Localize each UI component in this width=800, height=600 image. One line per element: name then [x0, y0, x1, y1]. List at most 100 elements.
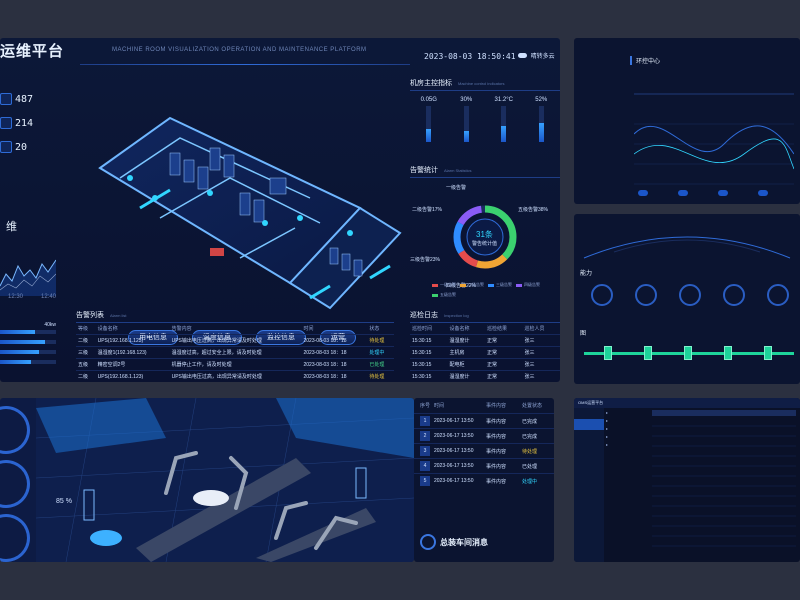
column-header: 巡检人员	[524, 326, 545, 332]
env-icons	[638, 190, 768, 196]
tree-node[interactable]: ▸	[606, 434, 646, 439]
section-title: 图	[580, 331, 587, 337]
inspection-log-header: 巡检日志 Inspection log	[410, 310, 560, 323]
alarm-total: 31条	[476, 230, 493, 239]
page-title: 运维平台	[0, 43, 65, 60]
column-header: 告警内容	[171, 326, 192, 332]
env-control-tab[interactable]: 环控中心	[630, 56, 660, 65]
indicator-gauges: 0.05G 30% 31.2°C 52%	[410, 97, 560, 157]
column-header: 时间	[434, 403, 445, 409]
table-row[interactable]: 15:30:15 温湿度计 正常 张三	[410, 334, 560, 347]
ring-gauge	[674, 284, 706, 308]
legend-item: 五级告警	[432, 292, 456, 298]
legend-item: 一级告警	[432, 282, 456, 288]
section-title: 机房主控指标	[410, 80, 452, 87]
section-title: 告警统计	[410, 167, 438, 174]
machine-indicators-header: 机房主控指标 Machine control indicators	[410, 78, 560, 91]
pipeline-node[interactable]	[764, 346, 772, 360]
sensor-icon	[718, 190, 728, 196]
column-header: 处置状态	[522, 403, 543, 409]
left-stats: 487 214 20	[0, 88, 58, 160]
power-bar	[0, 360, 56, 364]
tree-node[interactable]: ▸	[606, 426, 646, 431]
pipeline-node[interactable]	[644, 346, 652, 360]
machine-room-3d-view[interactable]	[60, 98, 420, 328]
pipeline-node[interactable]	[604, 346, 612, 360]
alarm-legend: 一级告警 二级告警 三级告警 四级告警 五级告警	[432, 282, 542, 298]
section-title-en: Inspection log	[444, 313, 469, 318]
tree-node[interactable]: ▸	[606, 418, 646, 423]
section-title: 告警列表	[76, 312, 104, 319]
list-item[interactable]: 4 2023-06-17 13:50 事件内容 已处理	[414, 458, 554, 473]
column-header: 状态	[369, 326, 380, 332]
sidebar-item[interactable]	[574, 430, 604, 441]
list-item[interactable]: 5 2023-06-17 13:50 事件内容 处理中	[414, 473, 554, 488]
column-header: 设备名称	[449, 326, 470, 332]
energy-panel: 能力 图	[574, 214, 800, 384]
sensor-icon	[678, 190, 688, 196]
power-bar	[0, 340, 56, 344]
gauge-ring	[0, 460, 30, 508]
server-icon	[0, 93, 12, 105]
message-icon	[420, 534, 436, 550]
pipeline-node[interactable]	[684, 346, 692, 360]
legend-item: 三级告警	[488, 282, 512, 288]
stat-value: 20	[15, 141, 28, 153]
event-list-panel: 序号 时间 事件内容 处置状态 1 2023-06-17 13:50 事件内容 已完成…	[414, 398, 554, 562]
env-control-panel: 环控中心	[574, 38, 800, 204]
weather: 晴转多云	[518, 51, 555, 60]
ring-gauge	[586, 284, 618, 308]
column-header: 巡检结果	[487, 326, 508, 332]
gauge-value: 31.2°C	[494, 97, 513, 103]
tick-label: 12:40	[40, 294, 56, 300]
right-column: 机房主控指标 Machine control indicators 0.05G …	[410, 78, 560, 302]
cabinet-icon	[0, 117, 12, 129]
list-item[interactable]: 2 2023-06-17 13:50 事件内容 已完成	[414, 428, 554, 443]
event-section-title: 总装车间消息	[420, 534, 488, 550]
progress-readout: 85 %	[56, 498, 72, 505]
legend-item: 二级告警	[460, 282, 484, 288]
trend-ticks: 12:30 12:40	[8, 294, 56, 300]
sensor-icon	[638, 190, 648, 196]
tree-node[interactable]: ▸	[606, 442, 646, 447]
bar-value: 40kw	[44, 322, 56, 328]
trend-area-chart	[0, 259, 56, 296]
table-row[interactable]: 五级 精密空调2号 机器停止工作，请及时处理 2023-08-03 18：18 已处理	[76, 358, 394, 371]
stat-value: 214	[15, 117, 34, 129]
factory-floor-view[interactable]	[36, 398, 414, 562]
donut-label: 五级告警38%	[518, 207, 549, 213]
sensor-icon	[758, 190, 768, 196]
energy-rings	[586, 284, 794, 308]
table-row[interactable]: 15:30:15 主机房 正常 张三	[410, 346, 560, 359]
table-row[interactable]: 二级 UPS(192.168.1.123) UPS输出电压过高，出现异常请及时处理 2…	[76, 370, 394, 382]
power-icon	[0, 141, 12, 153]
gauge-ring	[0, 514, 30, 562]
table-row[interactable]: 三级 温湿度1(192.168.123) 温湿度过高，超过安全上限，请及时处理 202…	[76, 346, 394, 359]
weather-label: 晴转多云	[530, 54, 555, 60]
section-title: 巡检日志	[410, 312, 438, 319]
sidebar-item-active[interactable]	[574, 419, 604, 430]
sidebar-item[interactable]	[574, 441, 604, 452]
sidebar-item[interactable]	[574, 452, 604, 463]
list-item[interactable]: 1 2023-06-17 13:50 事件内容 已完成	[414, 413, 554, 428]
stat-value: 487	[15, 93, 34, 105]
gauge-value: 30%	[460, 97, 473, 103]
table-row[interactable]: 15:30:15 配电柜 正常 张三	[410, 358, 560, 371]
sidebar-item[interactable]	[574, 408, 604, 419]
list-item[interactable]: 3 2023-06-17 13:50 事件内容 待处理	[414, 443, 554, 458]
oms-panel: OMS运营平台 ▸ ▸ ▸ ▸ ▸	[574, 398, 800, 562]
donut-label: 三级告警23%	[410, 257, 441, 263]
pipeline-node[interactable]	[724, 346, 732, 360]
stat-servers: 487	[0, 88, 58, 110]
tree-node[interactable]: ▸	[606, 410, 646, 415]
power-bars: 40kw	[0, 322, 56, 370]
legend-item: 四级告警	[516, 282, 540, 288]
section-title-en: Machine control indicators	[458, 81, 505, 86]
column-header: 序号	[420, 403, 431, 409]
alarm-list-header: 告警列表 Alarm list	[76, 310, 394, 323]
table-row[interactable]: 二级 UPS(192.168.1.123) UPS输出电压过高，出现异常请及时处理 2…	[76, 334, 394, 347]
column-header: 时间	[303, 326, 314, 332]
indicator-gauge: 52%	[529, 97, 553, 157]
alarm-total-label: 警告统计值	[472, 241, 498, 247]
table-row[interactable]: 15:30:15 温湿度计 正常 张三	[410, 370, 560, 382]
